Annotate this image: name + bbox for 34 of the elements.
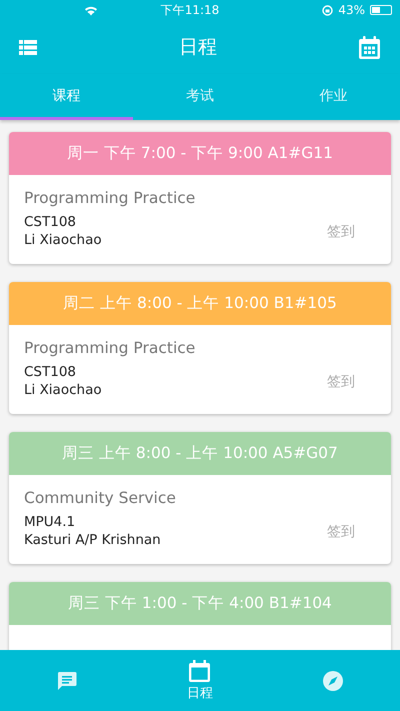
rotation-lock-icon — [322, 4, 334, 16]
course-time-header: 周二 上午 8:00 - 上午 10:00 B1#105 — [9, 282, 391, 325]
tab[interactable]: 作业 — [266, 74, 400, 120]
course-time-header: 周三 上午 8:00 - 上午 10:00 A5#G07 — [9, 432, 391, 475]
wifi-icon — [84, 4, 98, 16]
course-code: MPU4.1 — [24, 513, 76, 531]
course-card[interactable]: 周三 上午 8:00 - 上午 10:00 A5#G07 Community Service MPU4.1 Kasturi A/P Krishnan 签到 — [9, 432, 391, 564]
lecturer-name: Kasturi A/P Krishnan — [24, 531, 162, 549]
course-time-header: 周一 下午 7:00 - 下午 9:00 A1#G11 — [9, 132, 391, 175]
course-card[interactable]: 周二 上午 8:00 - 上午 10:00 B1#105 Programming Practice CST108 Li Xiaochao 签到 — [9, 282, 391, 414]
status-time: 下午11:18 — [160, 2, 220, 18]
course-name: Programming Practice — [24, 189, 196, 207]
course-code: CST108 — [24, 213, 78, 231]
tab[interactable]: 课程 — [0, 74, 134, 120]
lecturer-name: Li Xiaochao — [24, 381, 103, 399]
course-card[interactable]: 周一 下午 7:00 - 下午 9:00 A1#G11 Programming Practice CST108 Li Xiaochao 签到 — [9, 132, 391, 264]
check-in-button[interactable]: 签到 — [327, 223, 355, 241]
check-in-button[interactable]: 签到 — [327, 373, 355, 391]
check-in-button[interactable]: 签到 — [327, 523, 355, 541]
course-name: Community Service — [24, 489, 177, 507]
course-name: Programming Practice — [24, 339, 196, 357]
course-code: CST108 — [24, 363, 78, 381]
tab[interactable]: 考试 — [133, 74, 267, 120]
page-title: 日程 — [179, 35, 217, 60]
battery-percent: 43% — [338, 3, 365, 17]
calendar-icon — [189, 660, 210, 682]
chat-icon — [56, 670, 77, 690]
course-card[interactable]: 周三 下午 1:00 - 下午 4:00 B1#104 — [9, 582, 391, 650]
battery-icon — [370, 5, 392, 15]
lecturer-name: Li Xiaochao — [24, 231, 103, 249]
course-time-header: 周三 下午 1:00 - 下午 4:00 B1#104 — [9, 582, 391, 625]
compass-icon — [323, 670, 344, 690]
calendar-icon[interactable] — [359, 36, 380, 58]
list-icon[interactable] — [19, 40, 37, 54]
